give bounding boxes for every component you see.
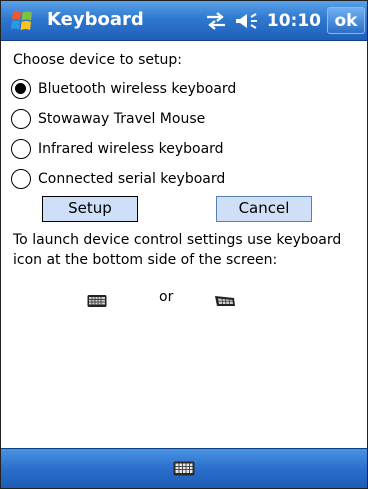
option-label: Infrared wireless keyboard <box>38 141 224 157</box>
radio-button[interactable] <box>11 79 31 99</box>
windows-start-icon[interactable] <box>9 8 35 34</box>
radio-button[interactable] <box>11 109 31 129</box>
setup-button[interactable]: Setup <box>42 196 138 222</box>
clock-time[interactable]: 10:10 <box>267 11 321 31</box>
option-label: Stowaway Travel Mouse <box>38 111 206 127</box>
option-label: Bluetooth wireless keyboard <box>38 81 237 97</box>
pocketpc-screen: Keyboard 10:10 ok Choose device to setup… <box>0 0 368 489</box>
volume-icon[interactable] <box>235 11 259 31</box>
option-infrared-keyboard[interactable]: Infrared wireless keyboard <box>11 137 224 161</box>
keyboard-icon[interactable] <box>173 461 195 480</box>
keyboard-tilted-icon <box>214 293 236 312</box>
main-content: Choose device to setup: Bluetooth wirele… <box>1 42 367 449</box>
info-text: To launch device control settings use ke… <box>13 232 342 268</box>
connectivity-icon[interactable] <box>205 12 227 30</box>
keyboard-icons-row: or <box>1 287 367 317</box>
title-bar: Keyboard 10:10 ok <box>1 1 367 41</box>
ok-button[interactable]: ok <box>327 7 365 34</box>
status-area: 10:10 <box>205 10 321 32</box>
window-title: Keyboard <box>47 9 144 30</box>
radio-button[interactable] <box>11 169 31 189</box>
radio-button[interactable] <box>11 139 31 159</box>
keyboard-icon <box>87 293 107 312</box>
option-label: Connected serial keyboard <box>38 171 226 187</box>
option-serial-keyboard[interactable]: Connected serial keyboard <box>11 167 225 191</box>
or-text: or <box>159 289 174 305</box>
bottom-bar <box>1 448 367 488</box>
option-stowaway-mouse[interactable]: Stowaway Travel Mouse <box>11 107 205 131</box>
setup-prompt: Choose device to setup: <box>13 52 182 68</box>
option-bluetooth-keyboard[interactable]: Bluetooth wireless keyboard <box>11 77 236 101</box>
cancel-button[interactable]: Cancel <box>216 196 312 222</box>
